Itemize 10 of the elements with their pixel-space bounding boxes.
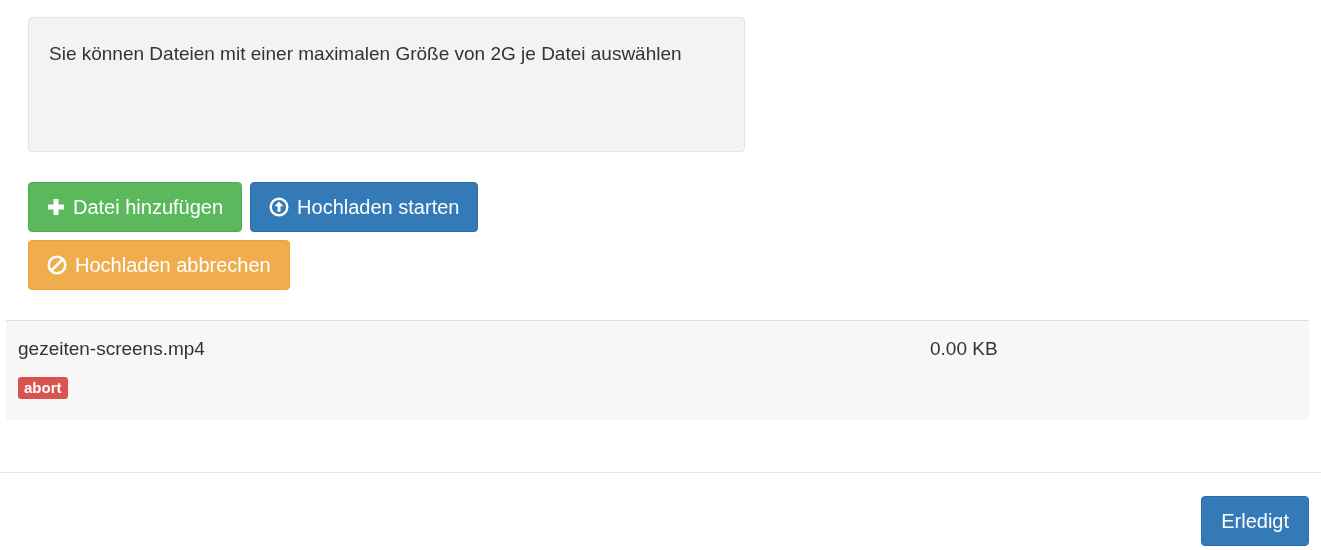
file-name: gezeiten-screens.mp4 (18, 338, 206, 360)
status-label: abort (18, 377, 68, 399)
done-button[interactable]: Erledigt (1201, 496, 1309, 546)
plus-icon (47, 198, 65, 216)
file-size: 0.00 KB (930, 338, 998, 360)
ban-icon (47, 255, 67, 275)
start-upload-button[interactable]: Hochladen starten (250, 182, 479, 232)
info-text: Sie können Dateien mit einer maximalen Größe von 2G je Datei auswählen (28, 17, 745, 152)
add-file-button[interactable]: Datei hinzufügen (28, 182, 243, 232)
upload-icon (269, 197, 290, 217)
